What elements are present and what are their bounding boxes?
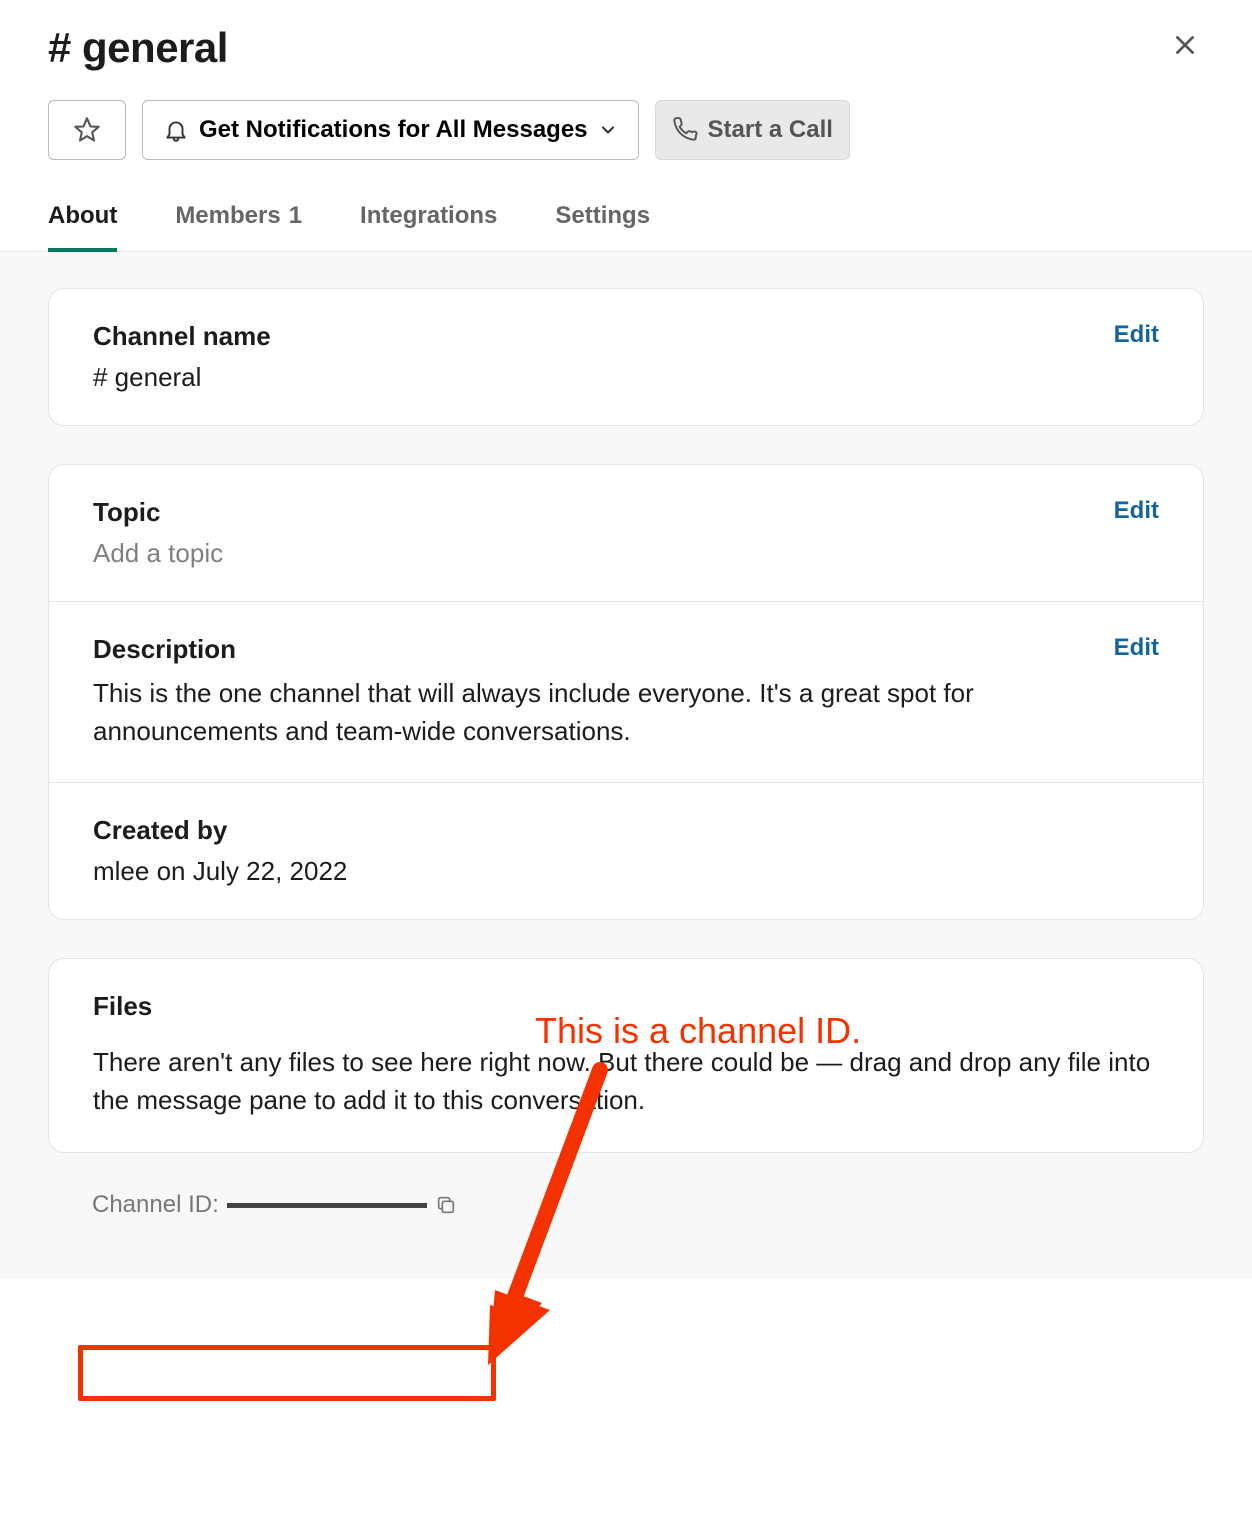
notifications-button[interactable]: Get Notifications for All Messages: [142, 100, 639, 160]
annotation-highlight-box: [78, 1345, 496, 1401]
copy-channel-id-button[interactable]: [435, 1194, 457, 1216]
files-row: Files There aren't any files to see here…: [49, 959, 1203, 1151]
tab-settings-label: Settings: [555, 202, 650, 233]
chevron-down-icon: [598, 120, 618, 140]
channel-name-label: Channel name: [93, 321, 271, 352]
tab-members-count: 1: [289, 202, 302, 233]
created-by-value: mlee on July 22, 2022: [93, 856, 1159, 887]
created-by-row: Created by mlee on July 22, 2022: [49, 783, 1203, 919]
topic-edit-link[interactable]: Edit: [1114, 497, 1159, 525]
start-call-label: Start a Call: [708, 116, 833, 144]
description-label: Description: [93, 634, 236, 665]
channel-name-edit-link[interactable]: Edit: [1114, 321, 1159, 349]
tab-integrations[interactable]: Integrations: [360, 202, 497, 251]
close-button[interactable]: [1166, 26, 1204, 71]
description-value: This is the one channel that will always…: [93, 675, 1159, 750]
annotation-callout-text: This is a channel ID.: [535, 1010, 861, 1052]
start-call-button[interactable]: Start a Call: [655, 100, 850, 160]
channel-title: # general: [48, 24, 228, 72]
files-value: There aren't any files to see here right…: [93, 1044, 1159, 1119]
star-button[interactable]: [48, 100, 126, 160]
topic-row[interactable]: Topic Edit Add a topic: [49, 465, 1203, 602]
channel-id-label: Channel ID:: [92, 1191, 219, 1219]
tab-about[interactable]: About: [48, 202, 117, 252]
tab-integrations-label: Integrations: [360, 202, 497, 233]
tab-about-label: About: [48, 202, 117, 230]
tab-members-label: Members: [175, 202, 280, 233]
topic-placeholder: Add a topic: [93, 538, 1159, 569]
description-row[interactable]: Description Edit This is the one channel…: [49, 602, 1203, 783]
tab-members[interactable]: Members 1: [175, 202, 302, 251]
created-by-label: Created by: [93, 815, 227, 846]
description-edit-link[interactable]: Edit: [1114, 634, 1159, 662]
channel-name-row[interactable]: Channel name Edit # general: [49, 289, 1203, 425]
phone-icon: [672, 117, 698, 143]
channel-id-value: [227, 1196, 427, 1214]
notifications-label: Get Notifications for All Messages: [199, 116, 588, 144]
bell-icon: [163, 117, 189, 143]
files-label: Files: [93, 991, 152, 1022]
tab-settings[interactable]: Settings: [555, 202, 650, 251]
channel-name-value: # general: [93, 362, 1159, 393]
close-icon: [1172, 32, 1198, 58]
star-icon: [73, 116, 101, 144]
topic-label: Topic: [93, 497, 160, 528]
